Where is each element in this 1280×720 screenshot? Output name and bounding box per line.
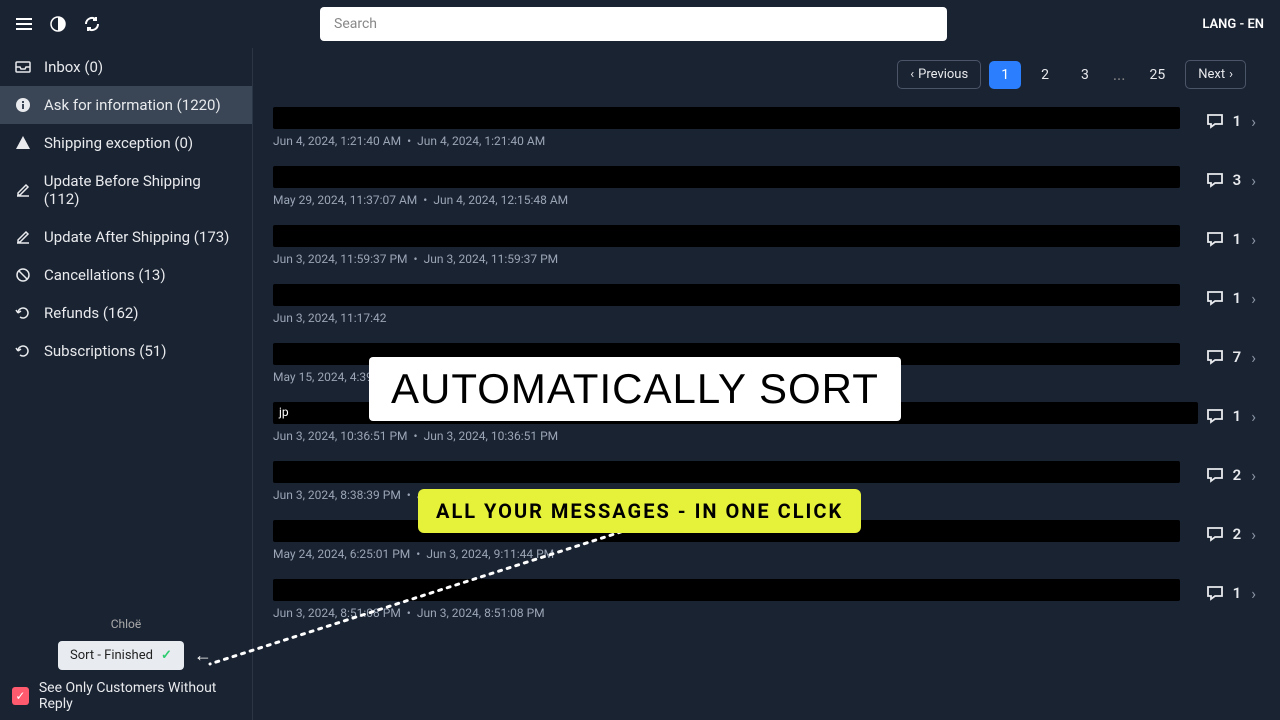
timestamps: Jun 4, 2024, 1:21:40 AM•Jun 4, 2024, 1:2… xyxy=(273,134,1256,148)
sidebar-label: Ask for information (1220) xyxy=(44,96,221,114)
sidebar: Inbox (0) Ask for information (1220) Shi… xyxy=(0,48,253,720)
info-icon xyxy=(14,97,32,113)
page-1[interactable]: 1 xyxy=(989,61,1021,89)
comment-count: 3 xyxy=(1205,170,1242,190)
page-2[interactable]: 2 xyxy=(1029,61,1061,89)
edit-icon xyxy=(14,229,32,245)
redacted-subject xyxy=(273,461,1180,483)
message-row[interactable]: Jun 3, 2024, 8:51:08 PM•Jun 3, 2024, 8:5… xyxy=(273,579,1256,620)
prev-button[interactable]: ‹Previous xyxy=(897,60,981,89)
chevron-right-icon: › xyxy=(1251,407,1256,426)
chevron-right-icon: › xyxy=(1251,289,1256,308)
sidebar-label: Update After Shipping (173) xyxy=(44,228,229,246)
sidebar-item-inbox[interactable]: Inbox (0) xyxy=(0,48,252,86)
sidebar-item-subscriptions[interactable]: Subscriptions (51) xyxy=(0,332,252,370)
inbox-icon xyxy=(14,59,32,75)
comment-icon xyxy=(1205,111,1225,131)
timestamps: Jun 3, 2024, 8:51:08 PM•Jun 3, 2024, 8:5… xyxy=(273,606,1256,620)
search-input[interactable] xyxy=(320,7,947,41)
checkbox-checked-icon[interactable]: ✓ xyxy=(12,687,29,705)
timestamps: May 29, 2024, 11:37:07 AM•Jun 4, 2024, 1… xyxy=(273,193,1256,207)
comment-count: 1 xyxy=(1205,406,1242,426)
language-selector[interactable]: LANG - EN xyxy=(1202,17,1264,32)
chevron-right-icon: › xyxy=(1251,525,1256,544)
timestamps: Jun 3, 2024, 10:36:51 PM•Jun 3, 2024, 10… xyxy=(273,429,1256,443)
arrow-indicator: ← xyxy=(194,645,212,666)
next-button[interactable]: Next› xyxy=(1185,60,1246,89)
sidebar-label: Refunds (162) xyxy=(44,304,139,322)
comment-icon xyxy=(1205,229,1225,249)
sidebar-item-refunds[interactable]: Refunds (162) xyxy=(0,294,252,332)
header: LANG - EN xyxy=(0,0,1280,48)
comment-icon xyxy=(1205,524,1225,544)
comment-count: 1 xyxy=(1205,288,1242,308)
message-row[interactable]: Jun 4, 2024, 1:21:40 AM•Jun 4, 2024, 1:2… xyxy=(273,107,1256,148)
sidebar-item-ask-info[interactable]: Ask for information (1220) xyxy=(0,86,252,124)
comment-count: 2 xyxy=(1205,465,1242,485)
overlay-headline: AUTOMATICALLY SORT xyxy=(369,357,901,421)
message-row[interactable]: Jun 3, 2024, 11:59:37 PM•Jun 3, 2024, 11… xyxy=(273,225,1256,266)
redacted-subject xyxy=(273,579,1180,601)
timestamps: Jun 3, 2024, 11:17:42 xyxy=(273,311,1256,325)
sidebar-item-shipping-exception[interactable]: Shipping exception (0) xyxy=(0,124,252,162)
comment-count: 2 xyxy=(1205,524,1242,544)
comment-count: 1 xyxy=(1205,583,1242,603)
redacted-subject xyxy=(273,166,1180,188)
redacted-subject xyxy=(273,107,1180,129)
comment-icon xyxy=(1205,170,1225,190)
comment-icon xyxy=(1205,288,1225,308)
sidebar-label: Cancellations (13) xyxy=(44,266,166,284)
chevron-right-icon: › xyxy=(1251,584,1256,603)
chevron-right-icon: › xyxy=(1251,348,1256,367)
filter-row[interactable]: ✓ See Only Customers Without Reply xyxy=(0,670,252,712)
comment-icon xyxy=(1205,465,1225,485)
sidebar-item-update-before[interactable]: Update Before Shipping (112) xyxy=(0,162,252,218)
chevron-right-icon: › xyxy=(1251,230,1256,249)
pagination: ‹Previous 1 2 3 ... 25 Next› xyxy=(273,60,1256,89)
redacted-subject xyxy=(273,225,1180,247)
sort-button-label: Sort - Finished xyxy=(70,648,153,663)
comment-icon xyxy=(1205,406,1225,426)
sidebar-label: Subscriptions (51) xyxy=(44,342,166,360)
chevron-right-icon: › xyxy=(1251,466,1256,485)
sidebar-item-cancellations[interactable]: Cancellations (13) xyxy=(0,256,252,294)
undo-icon xyxy=(14,343,32,359)
message-row[interactable]: Jun 3, 2024, 11:17:42 1 › xyxy=(273,284,1256,325)
comment-icon xyxy=(1205,347,1225,367)
chevron-left-icon: ‹ xyxy=(910,67,914,82)
ban-icon xyxy=(14,267,32,283)
comment-icon xyxy=(1205,583,1225,603)
refresh-icon[interactable] xyxy=(84,16,100,32)
user-label: Chloë xyxy=(0,617,252,631)
redacted-subject xyxy=(273,284,1180,306)
undo-icon xyxy=(14,305,32,321)
ellipsis: ... xyxy=(1109,65,1130,84)
comment-count: 1 xyxy=(1205,111,1242,131)
page-3[interactable]: 3 xyxy=(1069,61,1101,89)
check-icon: ✓ xyxy=(161,648,172,663)
overlay-subline: ALL YOUR MESSAGES - IN ONE CLICK xyxy=(418,489,861,533)
sidebar-label: Update Before Shipping (112) xyxy=(44,172,238,208)
chevron-right-icon: › xyxy=(1251,112,1256,131)
page-last[interactable]: 25 xyxy=(1137,61,1177,89)
timestamps: Jun 3, 2024, 11:59:37 PM•Jun 3, 2024, 11… xyxy=(273,252,1256,266)
chevron-right-icon: › xyxy=(1251,171,1256,190)
comment-count: 7 xyxy=(1205,347,1242,367)
timestamps: May 24, 2024, 6:25:01 PM•Jun 3, 2024, 9:… xyxy=(273,547,1256,561)
sort-button[interactable]: Sort - Finished ✓ xyxy=(58,641,184,670)
sidebar-label: Inbox (0) xyxy=(44,58,103,76)
contrast-icon[interactable] xyxy=(50,16,66,32)
edit-icon xyxy=(14,182,32,198)
message-row[interactable]: May 29, 2024, 11:37:07 AM•Jun 4, 2024, 1… xyxy=(273,166,1256,207)
chevron-right-icon: › xyxy=(1229,67,1233,82)
sidebar-label: Shipping exception (0) xyxy=(44,134,193,152)
comment-count: 1 xyxy=(1205,229,1242,249)
filter-label: See Only Customers Without Reply xyxy=(39,680,240,712)
warning-icon xyxy=(14,135,32,151)
menu-icon[interactable] xyxy=(16,16,32,32)
sidebar-item-update-after[interactable]: Update After Shipping (173) xyxy=(0,218,252,256)
